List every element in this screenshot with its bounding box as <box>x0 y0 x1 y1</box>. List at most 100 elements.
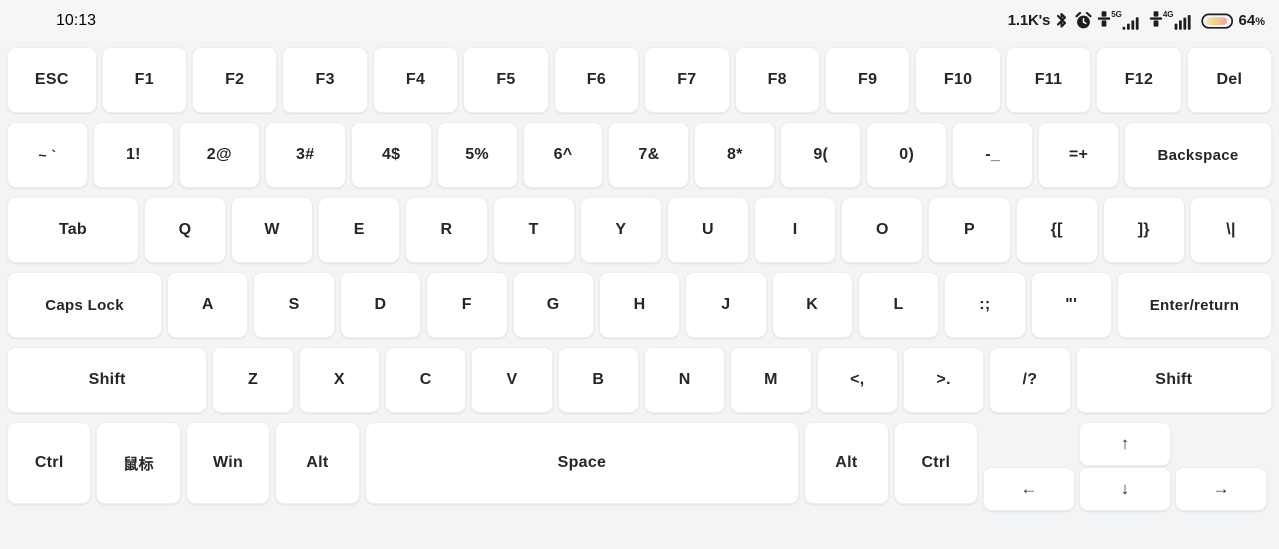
keyboard-row-function: ESC F1 F2 F3 F4 F5 F6 F7 F8 F9 F10 F11 F… <box>0 47 1279 113</box>
key-n[interactable]: N <box>643 347 726 413</box>
key-f3[interactable]: F3 <box>282 47 368 113</box>
key-bracket-right[interactable]: ]} <box>1102 197 1185 263</box>
virtual-keyboard: ESC F1 F2 F3 F4 F5 F6 F7 F8 F9 F10 F11 F… <box>0 41 1279 549</box>
key-j[interactable]: J <box>685 272 767 338</box>
key-alt-right[interactable]: Alt <box>804 422 889 504</box>
key-f12[interactable]: F12 <box>1096 47 1182 113</box>
key-0[interactable]: 0) <box>866 122 948 188</box>
key-backslash-pipe[interactable]: \| <box>1189 197 1273 263</box>
key-x[interactable]: X <box>298 347 380 413</box>
alarm-clock-icon <box>1075 11 1092 30</box>
key-f8[interactable]: F8 <box>734 47 820 113</box>
key-s[interactable]: S <box>253 272 335 338</box>
status-bar-indicators: 1.1K's 5G 4G 64% <box>1008 10 1265 31</box>
key-e[interactable]: E <box>318 197 401 263</box>
key-3[interactable]: 3# <box>264 122 346 188</box>
key-f6[interactable]: F6 <box>553 47 640 113</box>
battery-percent-value: 64 <box>1238 12 1256 29</box>
key-v[interactable]: V <box>471 347 553 413</box>
key-esc[interactable]: ESC <box>7 47 97 113</box>
key-bracket-left[interactable]: {[ <box>1015 197 1098 263</box>
key-1[interactable]: 1! <box>92 122 174 188</box>
key-d[interactable]: D <box>339 272 422 338</box>
key-tab[interactable]: Tab <box>7 197 139 263</box>
key-5[interactable]: 5% <box>436 122 518 188</box>
key-2[interactable]: 2@ <box>178 122 260 188</box>
sim1-signal-icon: 5G <box>1097 10 1144 31</box>
key-f10[interactable]: F10 <box>915 47 1001 113</box>
key-mouse[interactable]: 鼠标 <box>96 422 181 504</box>
key-r[interactable]: R <box>405 197 488 263</box>
key-arrow-right[interactable]: → <box>1175 467 1268 511</box>
key-arrow-down[interactable]: ↓ <box>1079 467 1172 511</box>
key-i[interactable]: I <box>754 197 837 263</box>
key-enter[interactable]: Enter/return <box>1116 272 1273 338</box>
key-4[interactable]: 4$ <box>350 122 432 188</box>
key-space[interactable]: Space <box>364 422 800 504</box>
arrow-key-cluster: ↑ ← ↓ → <box>983 422 1272 514</box>
key-q[interactable]: Q <box>143 197 227 263</box>
keyboard-row-home: Caps Lock A S D F G H J K L :; "' Enter/… <box>0 272 1279 338</box>
key-k[interactable]: K <box>771 272 853 338</box>
bluetooth-icon <box>1054 11 1069 30</box>
key-f5[interactable]: F5 <box>463 47 549 113</box>
key-backtick-tilde[interactable]: ~ ` <box>7 122 88 188</box>
key-6[interactable]: 6^ <box>522 122 604 188</box>
battery-icon <box>1200 11 1235 31</box>
key-minus-underscore[interactable]: -_ <box>952 122 1034 188</box>
key-shift-left[interactable]: Shift <box>7 347 208 413</box>
key-f2[interactable]: F2 <box>192 47 278 113</box>
key-u[interactable]: U <box>666 197 750 263</box>
key-slash[interactable]: /? <box>989 347 1071 413</box>
key-8[interactable]: 8* <box>694 122 776 188</box>
key-ctrl-right[interactable]: Ctrl <box>893 422 979 504</box>
key-del[interactable]: Del <box>1186 47 1273 113</box>
key-f7[interactable]: F7 <box>644 47 730 113</box>
sim1-network-generation: 5G <box>1111 10 1122 19</box>
network-speed-label: 1.1K's <box>1007 12 1051 29</box>
keyboard-row-qwerty: Tab Q W E R T Y U I O P {[ ]} \| <box>0 197 1279 263</box>
key-semicolon[interactable]: :; <box>944 272 1026 338</box>
key-l[interactable]: L <box>857 272 940 338</box>
status-bar-clock: 10:13 <box>56 11 97 29</box>
key-backspace[interactable]: Backspace <box>1123 122 1272 188</box>
key-o[interactable]: O <box>841 197 924 263</box>
key-h[interactable]: H <box>598 272 681 338</box>
key-quote[interactable]: "' <box>1030 272 1112 338</box>
key-win[interactable]: Win <box>185 422 271 504</box>
keyboard-row-shift: Shift Z X C V B N M <, >. /? Shift <box>0 347 1279 413</box>
key-t[interactable]: T <box>492 197 575 263</box>
keyboard-row-number: ~ ` 1! 2@ 3# 4$ 5% 6^ 7& 8* 9( 0) -_ =+ … <box>0 122 1279 188</box>
sim2-signal-icon: 4G <box>1149 10 1193 31</box>
key-comma[interactable]: <, <box>816 347 898 413</box>
key-equals-plus[interactable]: =+ <box>1038 122 1119 188</box>
key-f1[interactable]: F1 <box>101 47 188 113</box>
key-f4[interactable]: F4 <box>372 47 459 113</box>
key-z[interactable]: Z <box>212 347 294 413</box>
key-y[interactable]: Y <box>579 197 662 263</box>
status-bar: 10:13 1.1K's 5G 4G 64% <box>0 0 1279 41</box>
key-f[interactable]: F <box>426 272 508 338</box>
key-m[interactable]: M <box>730 347 812 413</box>
key-arrow-left[interactable]: ← <box>983 467 1076 511</box>
sim2-network-generation: 4G <box>1162 10 1174 19</box>
key-arrow-up[interactable]: ↑ <box>1079 422 1172 466</box>
key-a[interactable]: A <box>167 272 249 338</box>
key-f9[interactable]: F9 <box>824 47 911 113</box>
key-alt-left[interactable]: Alt <box>275 422 360 504</box>
key-p[interactable]: P <box>928 197 1011 263</box>
key-9[interactable]: 9( <box>780 122 862 188</box>
key-ctrl-left[interactable]: Ctrl <box>7 422 92 504</box>
battery-percent-label: 64% <box>1239 12 1265 29</box>
key-b[interactable]: B <box>557 347 639 413</box>
key-caps-lock[interactable]: Caps Lock <box>7 272 163 338</box>
key-g[interactable]: G <box>512 272 594 338</box>
key-period[interactable]: >. <box>902 347 985 413</box>
key-shift-right[interactable]: Shift <box>1075 347 1272 413</box>
key-7[interactable]: 7& <box>608 122 690 188</box>
battery-percent-sign: % <box>1255 16 1265 28</box>
keyboard-row-bottom: Ctrl 鼠标 Win Alt Space Alt Ctrl ↑ ← ↓ → <box>0 422 1279 514</box>
key-w[interactable]: W <box>231 197 314 263</box>
key-f11[interactable]: F11 <box>1005 47 1092 113</box>
key-c[interactable]: C <box>384 347 467 413</box>
